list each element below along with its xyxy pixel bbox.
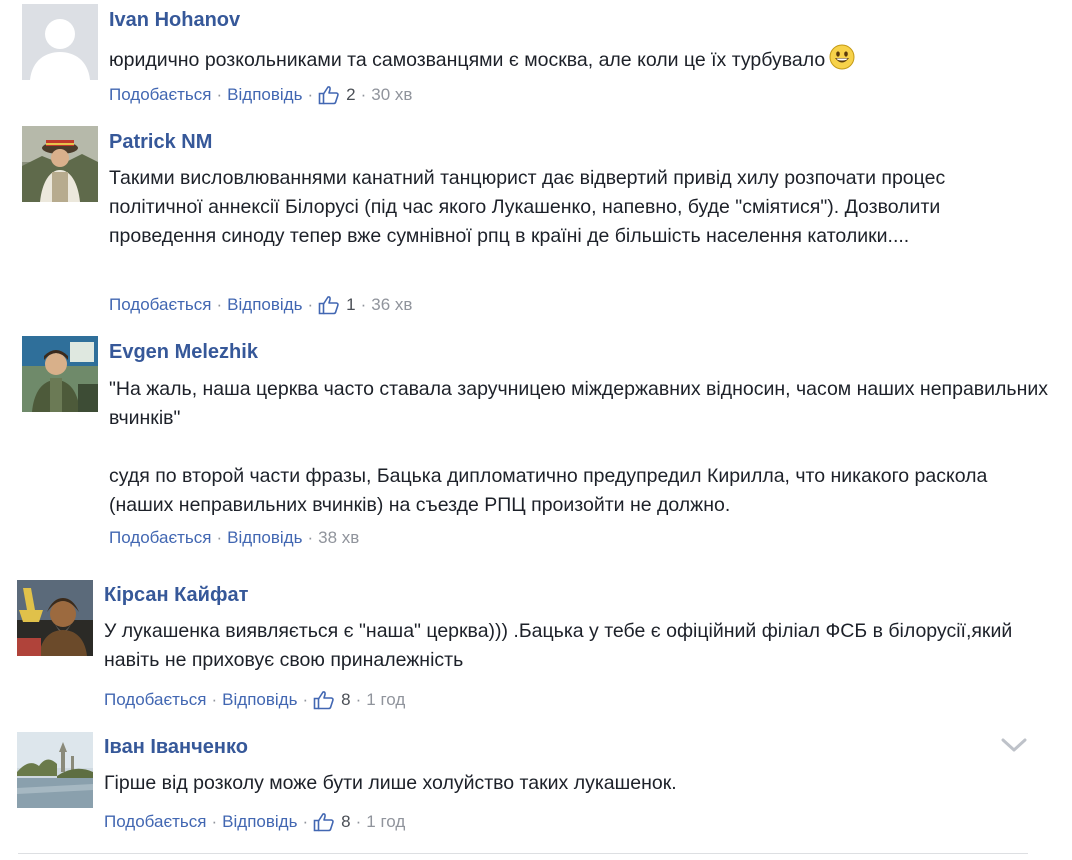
separator: · bbox=[307, 528, 314, 547]
like-button[interactable]: Подобається bbox=[109, 84, 212, 106]
separator: · bbox=[302, 812, 309, 831]
like-button[interactable]: Подобається bbox=[104, 689, 207, 711]
author-name[interactable]: Іван Іванченко bbox=[104, 735, 1004, 759]
comment-text-quote: "На жаль, наша церква часто ставала зару… bbox=[109, 378, 1054, 429]
user-photo-icon bbox=[17, 732, 93, 808]
timestamp[interactable]: 36 хв bbox=[371, 294, 412, 316]
default-avatar-icon bbox=[22, 4, 98, 80]
comment-text: У лукашенка виявляється є "наша" церква)… bbox=[104, 620, 1018, 671]
timestamp[interactable]: 38 хв bbox=[318, 527, 359, 549]
like-count[interactable]: 8 bbox=[313, 811, 351, 833]
comment-actions: Подобається · Відповідь · 8 · 1 год bbox=[104, 689, 405, 711]
author-name[interactable]: Evgen Melezhik bbox=[109, 340, 1049, 364]
comment-options-button[interactable] bbox=[1000, 736, 1028, 759]
like-count-value: 1 bbox=[346, 295, 356, 314]
comment-actions: Подобається · Відповідь · 1 · 36 хв bbox=[109, 294, 412, 316]
comment-text: Гірше від розколу може бути лише холуйст… bbox=[104, 772, 677, 794]
like-count-value: 2 bbox=[346, 85, 356, 104]
user-photo-icon bbox=[17, 580, 93, 656]
thumbs-up-icon bbox=[313, 691, 334, 710]
like-count[interactable]: 8 bbox=[313, 689, 351, 711]
reply-button[interactable]: Відповідь bbox=[227, 527, 302, 549]
avatar[interactable] bbox=[22, 336, 98, 412]
author-name[interactable]: Кірсан Кайфат bbox=[104, 583, 1044, 607]
separator: · bbox=[360, 85, 367, 104]
timestamp[interactable]: 1 год bbox=[366, 689, 405, 711]
comment-actions: Подобається · Відповідь · 38 хв bbox=[109, 527, 359, 549]
timestamp[interactable]: 1 год bbox=[366, 811, 405, 833]
author-name[interactable]: Patrick NM bbox=[109, 130, 1039, 154]
avatar[interactable] bbox=[22, 126, 98, 202]
separator: · bbox=[302, 690, 309, 709]
like-count[interactable]: 1 bbox=[318, 294, 356, 316]
comment-text-body: судя по второй части фразы, Бацька дипло… bbox=[109, 465, 993, 516]
reply-button[interactable]: Відповідь bbox=[227, 294, 302, 316]
separator: · bbox=[355, 812, 362, 831]
divider bbox=[18, 853, 1028, 854]
like-count-value: 8 bbox=[341, 812, 351, 831]
comment-text: юридично розкольниками та самозванцями є… bbox=[109, 44, 1039, 79]
user-photo-icon bbox=[22, 336, 98, 412]
author-name[interactable]: Ivan Hohanov bbox=[109, 8, 1039, 32]
separator: · bbox=[355, 690, 362, 709]
separator: · bbox=[307, 85, 314, 104]
grinning-face-icon bbox=[829, 44, 855, 79]
separator: · bbox=[360, 295, 367, 314]
thumbs-up-icon bbox=[318, 296, 339, 315]
avatar[interactable] bbox=[17, 732, 93, 808]
reply-button[interactable]: Відповідь bbox=[227, 84, 302, 106]
separator: · bbox=[211, 690, 218, 709]
like-count[interactable]: 2 bbox=[318, 84, 356, 106]
like-button[interactable]: Подобається bbox=[104, 811, 207, 833]
like-button[interactable]: Подобається bbox=[109, 294, 212, 316]
separator: · bbox=[307, 295, 314, 314]
chevron-down-icon bbox=[1001, 738, 1027, 752]
comment-text: Такими висловлюваннями канатний танцюрис… bbox=[109, 167, 951, 247]
comment-actions: Подобається · Відповідь · 8 · 1 год bbox=[104, 811, 405, 833]
comment-actions: Подобається · Відповідь · 2 · 30 хв bbox=[109, 84, 412, 106]
separator: · bbox=[216, 85, 223, 104]
avatar[interactable] bbox=[22, 4, 98, 80]
separator: · bbox=[216, 528, 223, 547]
separator: · bbox=[216, 295, 223, 314]
reply-button[interactable]: Відповідь bbox=[222, 689, 297, 711]
timestamp[interactable]: 30 хв bbox=[371, 84, 412, 106]
reply-button[interactable]: Відповідь bbox=[222, 811, 297, 833]
thumbs-up-icon bbox=[318, 86, 339, 105]
like-count-value: 8 bbox=[341, 690, 351, 709]
thumbs-up-icon bbox=[313, 813, 334, 832]
separator: · bbox=[211, 812, 218, 831]
avatar[interactable] bbox=[17, 580, 93, 656]
user-photo-icon bbox=[22, 126, 98, 202]
like-button[interactable]: Подобається bbox=[109, 527, 212, 549]
